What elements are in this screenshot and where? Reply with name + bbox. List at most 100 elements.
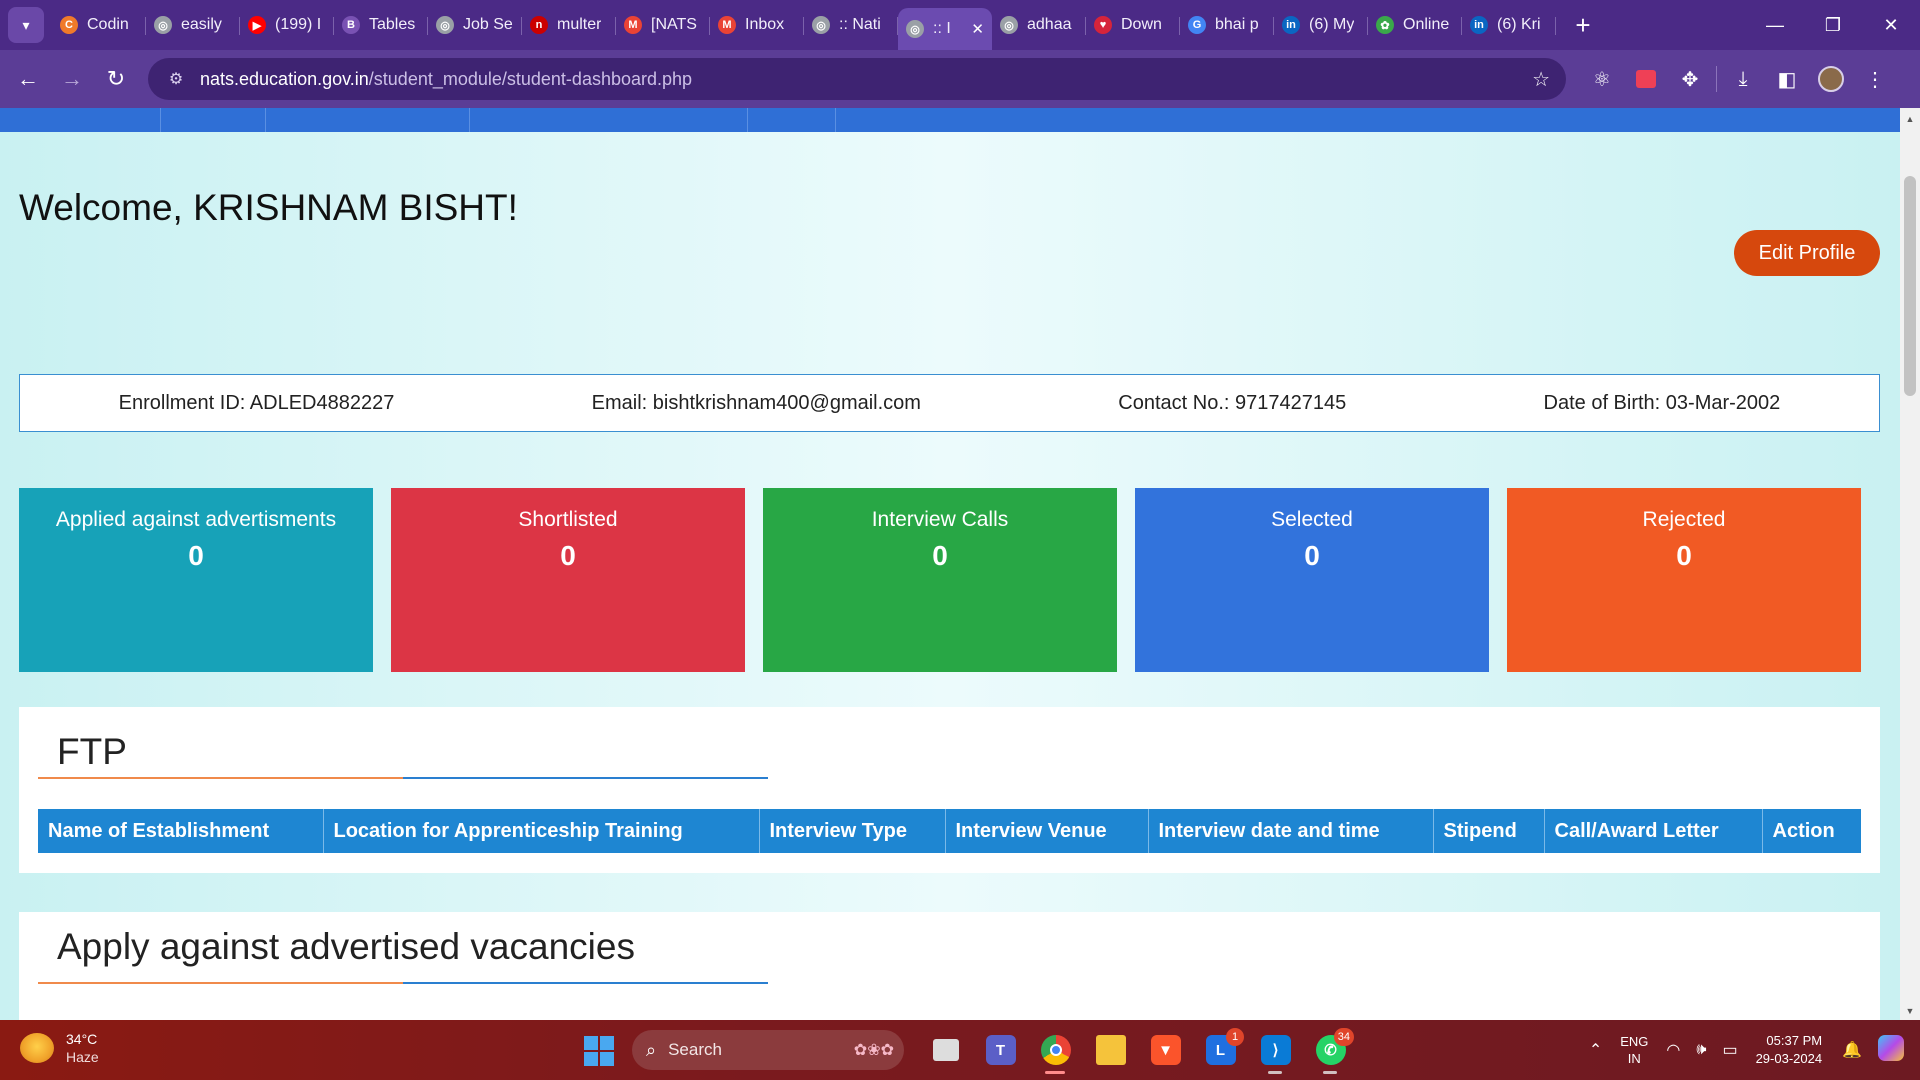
student-info-bar: Enrollment ID: ADLED4882227 Email: bisht… [19,374,1880,432]
extensions-puzzle-icon[interactable]: ✥ [1668,57,1712,101]
url-path: /student_module/student-dashboard.php [368,68,693,89]
bookmark-star-icon[interactable]: ☆ [1532,67,1550,92]
tab-search-button[interactable]: ▾ [8,7,44,43]
react-devtools-icon[interactable]: ⚛ [1580,57,1624,101]
clock[interactable]: 05:37 PM 29-03-2024 [1756,1032,1823,1068]
task-view-icon[interactable] [918,1026,973,1074]
new-tab-button[interactable]: + [1568,10,1598,41]
tab-title: adhaa [1027,16,1072,33]
linkedin-icon: in [1470,16,1488,34]
browser-tab[interactable]: ✿ Online [1368,6,1462,44]
running-indicator [1268,1071,1282,1074]
teams-icon[interactable]: T [973,1026,1028,1074]
volume-icon[interactable]: 🕪 [1696,1041,1706,1059]
status-card-label: Selected [1271,508,1353,531]
lens-icon[interactable]: L1 [1193,1026,1248,1074]
nav-divider [160,108,161,132]
site-nav-strip [0,108,1900,132]
chrome-icon[interactable] [1028,1026,1083,1074]
browser-tab[interactable]: ♥ Down [1086,6,1180,44]
status-card[interactable]: Rejected 0 [1507,488,1861,672]
tab-title: Inbox [745,16,785,33]
browser-tab[interactable]: ◎ Job Se [428,6,522,44]
status-cards: Applied against advertisments 0 Shortliste… [19,488,1861,672]
close-tab-icon[interactable]: ✕ [971,20,984,38]
cherry-blossom-icon: ✿❀✿ [853,1042,894,1059]
wifi-icon[interactable]: ◠ [1666,1040,1680,1060]
tab-title: :: I [933,20,951,37]
browser-tab[interactable]: ◎ easily [146,6,240,44]
browser-tab[interactable]: B Tables [334,6,428,44]
nav-divider [469,108,470,132]
apply-title: Apply against advertised vacancies [57,926,635,967]
close-window-button[interactable]: ✕ [1862,0,1920,50]
search-label: Search [668,1040,722,1059]
tab-title: [NATS [651,16,697,33]
running-indicator [1323,1071,1337,1074]
scroll-up-arrow-icon[interactable]: ▲ [1900,110,1920,128]
ftp-column-header: Action [1762,809,1861,853]
forward-button[interactable]: → [50,57,94,101]
restore-button[interactable]: ❐ [1804,0,1862,50]
browser-tab[interactable]: n multer [522,6,616,44]
notification-bell-icon[interactable]: 🔔 [1842,1040,1862,1060]
bootstrap-icon: B [342,16,360,34]
browser-tab[interactable]: ◎:: I ✕ [898,8,992,50]
profile-avatar[interactable] [1809,57,1853,101]
address-bar[interactable]: ⚙ nats.education.gov.in/student_module/s… [148,58,1566,100]
tab-title: (199) I [275,16,322,33]
scrollbar-thumb[interactable] [1904,176,1916,396]
page-viewport: Welcome, KRISHNAM BISHT! Edit Profile En… [0,108,1900,1020]
browser-tab[interactable]: C Codin [52,6,146,44]
heart-icon: ♥ [1094,16,1112,34]
status-card[interactable]: Interview Calls 0 [763,488,1117,672]
npm-icon: n [530,16,548,34]
site-info-icon[interactable]: ⚙ [158,69,194,89]
windows-start-icon[interactable] [584,1036,614,1066]
edit-profile-button[interactable]: Edit Profile [1734,230,1880,276]
side-panel-icon[interactable]: ◧ [1765,57,1809,101]
whatsapp-badge: 34 [1333,1028,1354,1046]
status-card[interactable]: Shortlisted 0 [391,488,745,672]
status-card[interactable]: Applied against advertisments 0 [19,488,373,672]
youtube-icon: ▶ [248,16,266,34]
browser-tab[interactable]: ◎:: Nati [804,6,898,44]
ftp-column-header: Stipend [1433,809,1545,853]
browser-tab[interactable]: M [NATS [616,6,710,44]
browser-tab[interactable]: ▶ (199) I [240,6,334,44]
browser-tab[interactable]: M Inbox [710,6,804,44]
whatsapp-icon[interactable]: ✆ 34 [1303,1026,1358,1074]
status-card-count: 0 [560,540,576,571]
browser-tab[interactable]: ◎ adhaa [992,6,1086,44]
scroll-down-arrow-icon[interactable]: ▼ [1900,1002,1920,1020]
copilot-icon[interactable] [1878,1034,1904,1066]
globe-icon: ◎ [1000,16,1018,34]
ftp-column-header: Name of Establishment [38,809,324,853]
taskbar-search[interactable]: ⌕ Search ✿❀✿ [632,1030,904,1070]
pocket-icon[interactable] [1624,57,1668,101]
ftp-column-header: Location for Apprenticeship Training [323,809,760,853]
browser-tab[interactable]: Gbhai p [1180,6,1274,44]
browser-tab[interactable]: in (6) My [1274,6,1368,44]
file-explorer-icon[interactable] [1083,1026,1138,1074]
back-button[interactable]: ← [6,57,50,101]
minimize-button[interactable]: — [1746,0,1804,50]
chevron-up-icon[interactable]: ⌃ [1589,1040,1602,1060]
tab-title: (6) Kri [1497,16,1541,33]
browser-tab[interactable]: in (6) Kri [1462,6,1556,44]
status-card[interactable]: Selected 0 [1135,488,1489,672]
battery-icon[interactable]: ▭ [1722,1040,1737,1060]
page-scrollbar[interactable]: ▲ ▼ [1900,108,1920,1020]
brave-icon[interactable]: ▼ [1138,1026,1193,1074]
reload-button[interactable]: ↻ [94,57,138,101]
language-indicator[interactable]: ENG IN [1620,1033,1648,1067]
globe-icon: ◎ [154,16,172,34]
vscode-icon[interactable]: ⟩ [1248,1026,1303,1074]
browser-menu-icon[interactable]: ⋮ [1853,57,1897,101]
tab-title: :: Nati [839,16,881,33]
weather-widget[interactable]: 34°C Haze [20,1030,99,1066]
apply-panel: Apply against advertised vacancies [19,912,1880,1020]
status-card-label: Interview Calls [871,508,1009,531]
download-icon[interactable]: ⤓ [1721,57,1765,101]
globe-icon: ◎ [906,20,924,38]
